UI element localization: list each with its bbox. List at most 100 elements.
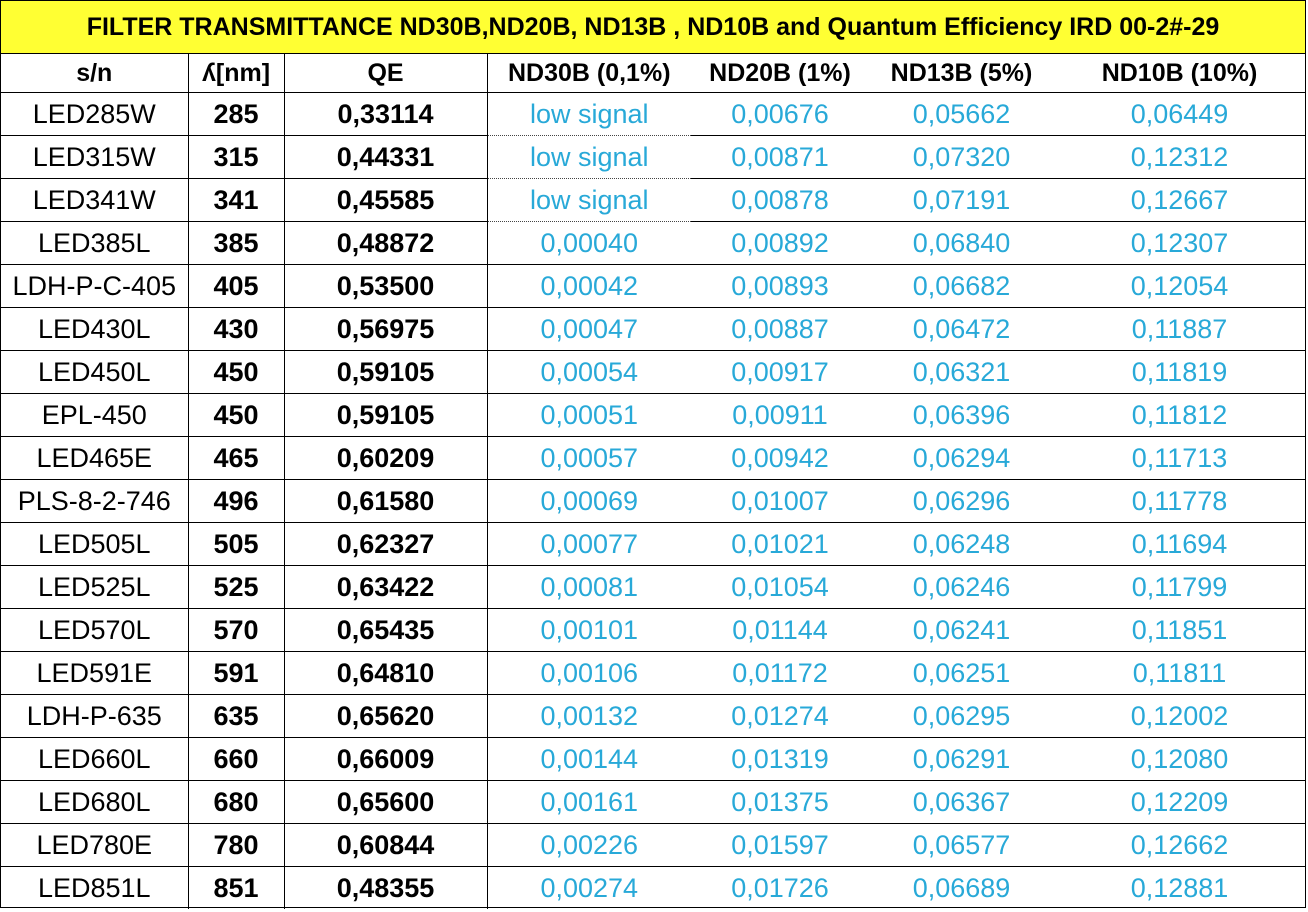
cell-wavelength[interactable]: 570	[188, 608, 285, 652]
cell-nd30b[interactable]: 0,00274	[487, 867, 691, 910]
cell-qe[interactable]: 0,45585	[284, 178, 488, 222]
cell-nd20b[interactable]: 0,01144	[691, 608, 869, 652]
cell-wavelength[interactable]: 525	[188, 565, 285, 609]
cell-qe[interactable]: 0,59105	[284, 350, 488, 394]
cell-wavelength[interactable]: 385	[188, 221, 285, 265]
cell-qe[interactable]: 0,60209	[284, 436, 488, 480]
cell-nd20b[interactable]: 0,00676	[691, 92, 869, 136]
cell-nd30b[interactable]: 0,00040	[487, 221, 691, 265]
cell-nd13b[interactable]: 0,07320	[869, 135, 1054, 179]
cell-wavelength[interactable]: 450	[188, 393, 285, 437]
cell-nd20b[interactable]: 0,00917	[691, 350, 869, 394]
cell-nd10b[interactable]: 0,12662	[1054, 823, 1305, 867]
header-nd20b[interactable]: ND20B (1%)	[691, 54, 869, 93]
cell-nd13b[interactable]: 0,06577	[869, 823, 1054, 867]
cell-nd13b[interactable]: 0,06689	[869, 867, 1054, 910]
cell-nd30b[interactable]: 0,00042	[487, 264, 691, 308]
cell-sn[interactable]: EPL-450	[1, 393, 189, 437]
cell-nd10b[interactable]: 0,12667	[1054, 178, 1305, 222]
cell-nd13b[interactable]: 0,06295	[869, 694, 1054, 738]
cell-qe[interactable]: 0,44331	[284, 135, 488, 179]
cell-nd13b[interactable]: 0,06248	[869, 522, 1054, 566]
cell-wavelength[interactable]: 341	[188, 178, 285, 222]
cell-sn[interactable]: LED505L	[1, 522, 189, 566]
header-nd10b[interactable]: ND10B (10%)	[1054, 54, 1305, 93]
cell-sn[interactable]: LED315W	[1, 135, 189, 179]
cell-qe[interactable]: 0,59105	[284, 393, 488, 437]
cell-nd13b[interactable]: 0,06291	[869, 737, 1054, 781]
cell-nd30b[interactable]: 0,00057	[487, 436, 691, 480]
cell-nd30b[interactable]: 0,00144	[487, 737, 691, 781]
cell-sn[interactable]: LED450L	[1, 350, 189, 394]
cell-qe[interactable]: 0,56975	[284, 307, 488, 351]
cell-wavelength[interactable]: 635	[188, 694, 285, 738]
cell-nd10b[interactable]: 0,11799	[1054, 565, 1305, 609]
cell-sn[interactable]: LED660L	[1, 737, 189, 781]
header-nd13b[interactable]: ND13B (5%)	[869, 54, 1054, 93]
cell-sn[interactable]: LED285W	[1, 92, 189, 136]
cell-nd10b[interactable]: 0,11811	[1054, 651, 1305, 695]
cell-nd10b[interactable]: 0,11851	[1054, 608, 1305, 652]
cell-nd30b[interactable]: 0,00054	[487, 350, 691, 394]
cell-qe[interactable]: 0,60844	[284, 823, 488, 867]
cell-nd13b[interactable]: 0,06682	[869, 264, 1054, 308]
cell-nd20b[interactable]: 0,00887	[691, 307, 869, 351]
cell-nd20b[interactable]: 0,01375	[691, 780, 869, 824]
cell-nd10b[interactable]: 0,12307	[1054, 221, 1305, 265]
cell-wavelength[interactable]: 285	[188, 92, 285, 136]
cell-nd13b[interactable]: 0,05662	[869, 92, 1054, 136]
cell-nd20b[interactable]: 0,01597	[691, 823, 869, 867]
cell-qe[interactable]: 0,63422	[284, 565, 488, 609]
cell-nd20b[interactable]: 0,00942	[691, 436, 869, 480]
cell-wavelength[interactable]: 465	[188, 436, 285, 480]
cell-sn[interactable]: LDH-P-C-405	[1, 264, 189, 308]
cell-nd20b[interactable]: 0,00892	[691, 221, 869, 265]
cell-nd10b[interactable]: 0,11819	[1054, 350, 1305, 394]
cell-nd10b[interactable]: 0,11694	[1054, 522, 1305, 566]
cell-nd20b[interactable]: 0,01274	[691, 694, 869, 738]
header-qe[interactable]: QE	[284, 54, 488, 93]
cell-nd13b[interactable]: 0,06367	[869, 780, 1054, 824]
cell-nd10b[interactable]: 0,12209	[1054, 780, 1305, 824]
cell-sn[interactable]: LED780E	[1, 823, 189, 867]
cell-nd10b[interactable]: 0,11887	[1054, 307, 1305, 351]
cell-qe[interactable]: 0,33114	[284, 92, 488, 136]
cell-wavelength[interactable]: 315	[188, 135, 285, 179]
cell-nd13b[interactable]: 0,06241	[869, 608, 1054, 652]
cell-wavelength[interactable]: 851	[188, 866, 285, 909]
cell-nd10b[interactable]: 0,11812	[1054, 393, 1305, 437]
cell-wavelength[interactable]: 405	[188, 264, 285, 308]
cell-nd13b[interactable]: 0,06246	[869, 565, 1054, 609]
cell-wavelength[interactable]: 680	[188, 780, 285, 824]
header-sn[interactable]: s/n	[1, 54, 189, 93]
cell-sn[interactable]: LED465E	[1, 436, 189, 480]
cell-qe[interactable]: 0,61580	[284, 479, 488, 523]
cell-nd13b[interactable]: 0,07191	[869, 178, 1054, 222]
cell-sn[interactable]: LED341W	[1, 178, 189, 222]
cell-nd13b[interactable]: 0,06321	[869, 350, 1054, 394]
cell-nd30b[interactable]: 0,00069	[487, 479, 691, 523]
cell-nd10b[interactable]: 0,06449	[1054, 92, 1305, 136]
cell-nd30b[interactable]: 0,00101	[487, 608, 691, 652]
cell-qe[interactable]: 0,64810	[284, 651, 488, 695]
cell-nd20b[interactable]: 0,01021	[691, 522, 869, 566]
cell-nd13b[interactable]: 0,06840	[869, 221, 1054, 265]
cell-nd20b[interactable]: 0,01726	[691, 867, 869, 910]
cell-nd10b[interactable]: 0,12002	[1054, 694, 1305, 738]
header-wavelength[interactable]: ʎ[nm]	[188, 54, 285, 93]
cell-nd13b[interactable]: 0,06396	[869, 393, 1054, 437]
cell-sn[interactable]: LED680L	[1, 780, 189, 824]
cell-sn[interactable]: LED591E	[1, 651, 189, 695]
cell-nd13b[interactable]: 0,06251	[869, 651, 1054, 695]
cell-nd20b[interactable]: 0,01054	[691, 565, 869, 609]
cell-nd10b[interactable]: 0,12312	[1054, 135, 1305, 179]
cell-nd30b[interactable]: 0,00051	[487, 393, 691, 437]
cell-qe[interactable]: 0,62327	[284, 522, 488, 566]
cell-nd10b[interactable]: 0,11713	[1054, 436, 1305, 480]
cell-nd20b[interactable]: 0,01319	[691, 737, 869, 781]
cell-qe[interactable]: 0,65435	[284, 608, 488, 652]
cell-wavelength[interactable]: 780	[188, 823, 285, 867]
cell-nd30b[interactable]: 0,00161	[487, 780, 691, 824]
cell-wavelength[interactable]: 430	[188, 307, 285, 351]
cell-qe[interactable]: 0,48355	[284, 866, 488, 909]
